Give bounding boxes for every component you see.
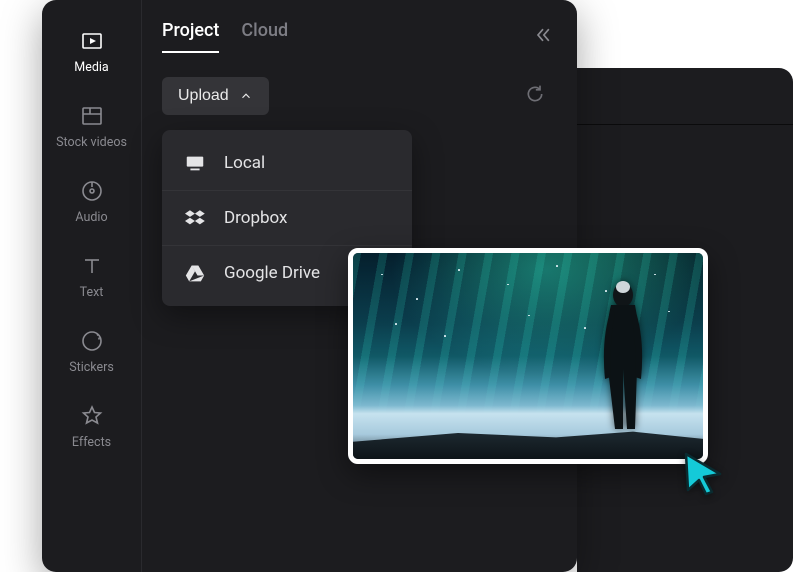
sidebar-item-stock-videos[interactable]: Stock videos (42, 95, 141, 158)
refresh-button[interactable] (519, 78, 551, 114)
secondary-panel-divider (577, 124, 793, 125)
upload-option-label: Dropbox (224, 208, 288, 228)
upload-option-dropbox[interactable]: Dropbox (162, 190, 412, 245)
upload-option-local[interactable]: Local (162, 136, 412, 190)
sidebar: Media Stock videos Audio Text Stickers (42, 0, 142, 572)
tab-cloud[interactable]: Cloud (241, 20, 288, 53)
stock-videos-icon (79, 103, 105, 129)
chevron-up-icon (239, 89, 253, 103)
collapse-panel-button[interactable] (529, 21, 557, 53)
upload-option-label: Google Drive (224, 263, 320, 283)
upload-option-label: Local (224, 153, 265, 173)
local-icon (184, 152, 206, 174)
media-thumbnail[interactable] (348, 248, 708, 464)
sidebar-item-text[interactable]: Text (42, 245, 141, 308)
sidebar-item-effects[interactable]: Effects (42, 395, 141, 458)
sidebar-item-label: Audio (75, 210, 107, 225)
dropbox-icon (184, 207, 206, 229)
sidebar-item-media[interactable]: Media (42, 20, 141, 83)
upload-button[interactable]: Upload (162, 77, 269, 115)
sidebar-item-label: Stickers (69, 360, 114, 375)
audio-icon (79, 178, 105, 204)
upload-button-label: Upload (178, 87, 229, 105)
media-icon (79, 28, 105, 54)
sidebar-item-label: Media (74, 60, 108, 75)
tabs: Project Cloud (162, 20, 288, 53)
tabs-row: Project Cloud (162, 20, 557, 53)
sidebar-item-label: Effects (72, 435, 111, 450)
upload-row: Upload (162, 77, 557, 115)
text-icon (79, 253, 105, 279)
tab-project[interactable]: Project (162, 20, 219, 53)
sidebar-item-label: Text (80, 285, 104, 300)
google-drive-icon (184, 262, 206, 284)
cursor-pointer-icon (680, 450, 726, 496)
thumbnail-image (353, 253, 703, 459)
sidebar-item-label: Stock videos (56, 135, 127, 150)
sidebar-item-audio[interactable]: Audio (42, 170, 141, 233)
stickers-icon (79, 328, 105, 354)
effects-icon (79, 403, 105, 429)
sidebar-item-stickers[interactable]: Stickers (42, 320, 141, 383)
